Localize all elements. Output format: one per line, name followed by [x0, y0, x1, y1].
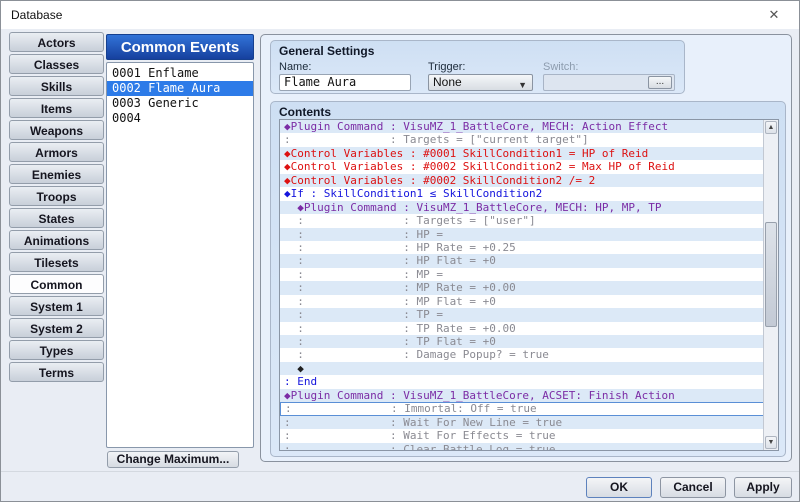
event-command-row[interactable]: : : HP Flat = +0	[280, 254, 778, 267]
switch-field: ...	[543, 74, 675, 91]
list-item-0004[interactable]: 0004	[107, 111, 253, 126]
event-command-row[interactable]: : : TP Rate = +0.00	[280, 322, 778, 335]
event-command-row[interactable]: ◆	[280, 362, 778, 375]
name-label: Name:	[279, 61, 311, 73]
apply-button[interactable]: Apply	[734, 477, 792, 498]
event-command-row[interactable]: : : MP Rate = +0.00	[280, 281, 778, 294]
detail-panel: General Settings Name: Flame Aura Trigge…	[260, 34, 792, 462]
list-item-0001[interactable]: 0001 Enflame	[107, 66, 253, 81]
ok-button[interactable]: OK	[586, 477, 652, 498]
scrollbar-thumb[interactable]	[765, 222, 777, 327]
footer-separator	[1, 471, 799, 472]
sidebar-tab-types[interactable]: Types	[9, 340, 104, 360]
database-dialog: Database ✕ ActorsClassesSkillsItemsWeapo…	[0, 0, 800, 502]
sidebar-tab-items[interactable]: Items	[9, 98, 104, 118]
event-command-row[interactable]: : : MP =	[280, 268, 778, 281]
event-command-row[interactable]: : : Immortal: Off = true	[280, 402, 778, 415]
chevron-down-icon: ▼	[518, 78, 527, 93]
common-events-list[interactable]: 0001 Enflame0002 Flame Aura0003 Generic0…	[106, 62, 254, 448]
sidebar-tab-troops[interactable]: Troops	[9, 186, 104, 206]
event-command-row[interactable]: : : Wait For New Line = true	[280, 416, 778, 429]
dialog-body: ActorsClassesSkillsItemsWeaponsArmorsEne…	[1, 29, 799, 501]
contents-group: Contents ◆Plugin Command : VisuMZ_1_Batt…	[270, 101, 786, 457]
sidebar-tab-enemies[interactable]: Enemies	[9, 164, 104, 184]
sidebar-tab-skills[interactable]: Skills	[9, 76, 104, 96]
event-command-row[interactable]: : : HP Rate = +0.25	[280, 241, 778, 254]
event-command-row[interactable]: : End	[280, 375, 778, 388]
sidebar-tab-actors[interactable]: Actors	[9, 32, 104, 52]
event-command-row[interactable]: : : Wait For Effects = true	[280, 429, 778, 442]
sidebar-tab-tilesets[interactable]: Tilesets	[9, 252, 104, 272]
general-settings-title: General Settings	[279, 44, 374, 58]
event-command-row[interactable]: : : HP =	[280, 228, 778, 241]
close-icon[interactable]: ✕	[763, 7, 785, 23]
event-command-row[interactable]: : : TP =	[280, 308, 778, 321]
sidebar-tab-system-2[interactable]: System 2	[9, 318, 104, 338]
title-bar: Database ✕	[1, 1, 799, 29]
event-command-row[interactable]: ◆Control Variables : #0002 SkillConditio…	[280, 174, 778, 187]
event-command-row[interactable]: ◆Control Variables : #0002 SkillConditio…	[280, 160, 778, 173]
name-input[interactable]: Flame Aura	[279, 74, 411, 91]
event-command-row[interactable]: ◆Plugin Command : VisuMZ_1_BattleCore, M…	[280, 120, 778, 133]
event-command-row[interactable]: : : Clear Battle Log = true	[280, 443, 778, 452]
event-list-header: Common Events	[106, 34, 254, 60]
event-command-row[interactable]: ◆Control Variables : #0001 SkillConditio…	[280, 147, 778, 160]
sidebar-tab-states[interactable]: States	[9, 208, 104, 228]
event-commands-list[interactable]: ◆Plugin Command : VisuMZ_1_BattleCore, M…	[279, 119, 779, 451]
event-command-row[interactable]: : : Targets = ["user"]	[280, 214, 778, 227]
list-item-0003[interactable]: 0003 Generic	[107, 96, 253, 111]
event-command-row[interactable]: : : Targets = ["current target"]	[280, 133, 778, 146]
vertical-scrollbar[interactable]: ▲ ▼	[763, 120, 778, 450]
event-command-row[interactable]: ◆Plugin Command : VisuMZ_1_BattleCore, A…	[280, 389, 778, 402]
sidebar-tab-weapons[interactable]: Weapons	[9, 120, 104, 140]
trigger-label: Trigger:	[428, 61, 466, 73]
sidebar-tab-system-1[interactable]: System 1	[9, 296, 104, 316]
contents-title: Contents	[279, 105, 331, 119]
scroll-down-icon[interactable]: ▼	[765, 436, 777, 449]
event-command-row[interactable]: ◆If : SkillCondition1 ≤ SkillCondition2	[280, 187, 778, 200]
event-command-row[interactable]: : : MP Flat = +0	[280, 295, 778, 308]
sidebar-tab-terms[interactable]: Terms	[9, 362, 104, 382]
general-settings-group: General Settings Name: Flame Aura Trigge…	[270, 40, 685, 94]
change-maximum-button[interactable]: Change Maximum...	[107, 451, 239, 468]
switch-browse-button[interactable]: ...	[648, 76, 672, 89]
sidebar-tab-common-events[interactable]: Common Events	[9, 274, 104, 294]
trigger-value: None	[433, 75, 462, 89]
event-command-row[interactable]: ◆Plugin Command : VisuMZ_1_BattleCore, M…	[280, 201, 778, 214]
cancel-button[interactable]: Cancel	[660, 477, 726, 498]
window-title: Database	[11, 8, 62, 22]
scroll-up-icon[interactable]: ▲	[765, 121, 777, 134]
sidebar-tab-armors[interactable]: Armors	[9, 142, 104, 162]
switch-label: Switch:	[543, 61, 578, 73]
trigger-select[interactable]: None ▼	[428, 74, 533, 91]
sidebar-tab-classes[interactable]: Classes	[9, 54, 104, 74]
list-item-0002[interactable]: 0002 Flame Aura	[107, 81, 253, 96]
event-command-row[interactable]: : : Damage Popup? = true	[280, 348, 778, 361]
sidebar-tab-animations[interactable]: Animations	[9, 230, 104, 250]
event-command-row[interactable]: : : TP Flat = +0	[280, 335, 778, 348]
